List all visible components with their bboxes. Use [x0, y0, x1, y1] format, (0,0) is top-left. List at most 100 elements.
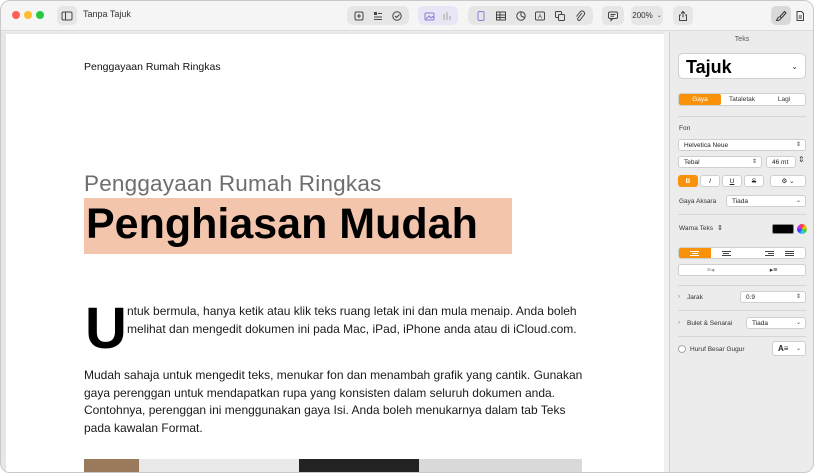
align-right-button[interactable] [742, 248, 774, 258]
tab-lagi[interactable]: Lagi [763, 94, 805, 105]
dropcap-style-icon: A≡ [778, 344, 789, 353]
divider [678, 336, 806, 337]
pie-chart-icon[interactable] [514, 9, 528, 23]
divider [678, 285, 806, 286]
color-wheel-icon[interactable] [797, 224, 807, 234]
dropcap-checkbox[interactable] [678, 345, 686, 353]
spacing-value: 0.9 [746, 293, 756, 301]
outdent-icon: ≡◂ [706, 267, 715, 274]
running-header[interactable]: Penggayaan Rumah Ringkas [84, 61, 221, 73]
app-window: Tanpa Tajuk A 200% ⌄ Penggayaan Rumah Ri… [0, 0, 814, 473]
text-icon[interactable]: A [533, 9, 547, 23]
comment-bubble-icon [606, 9, 620, 23]
image-icon[interactable] [423, 9, 437, 23]
media-icon[interactable] [573, 9, 587, 23]
chevron-down-icon: ⌄ [795, 198, 801, 204]
comment-button[interactable] [602, 6, 624, 25]
text-color-swatch[interactable] [772, 224, 794, 234]
zoom-window-button[interactable] [36, 11, 44, 19]
zoom-value: 200% [632, 11, 653, 20]
divider [678, 116, 806, 117]
table-icon[interactable] [494, 9, 508, 23]
spacing-label[interactable]: Jarak [687, 294, 703, 301]
drop-cap-letter[interactable]: U [85, 300, 127, 358]
document-title: Tanpa Tajuk [83, 9, 131, 19]
body-paragraph-1[interactable]: ntuk bermula, hanya ketik atau klik teks… [127, 303, 587, 338]
font-family-value: Helvetica Neue [684, 141, 729, 149]
text-box-icon[interactable] [474, 9, 488, 23]
bullets-label[interactable]: Bulet & Senarai [687, 320, 732, 327]
char-style-popup[interactable]: Tiada ⌄ [726, 195, 806, 207]
shape-icon[interactable] [553, 9, 567, 23]
divider [678, 214, 806, 215]
decrease-indent-button[interactable]: ≡◂ [679, 265, 742, 275]
tab-gaya[interactable]: Gaya [679, 94, 721, 105]
increase-indent-button[interactable]: ▸≡ [742, 265, 805, 275]
italic-button[interactable]: I [700, 175, 720, 187]
updown-chevron-icon: ⇕ [751, 159, 757, 165]
strikethrough-button[interactable]: S [744, 175, 764, 187]
chevron-down-icon: ⌄ [791, 62, 798, 71]
justify-button[interactable] [774, 248, 806, 258]
dropcap-label: Huruf Besar Gugur [690, 346, 745, 353]
updown-chevron-icon: ⇕ [795, 294, 801, 300]
align-center-button[interactable] [711, 248, 743, 258]
divider [678, 310, 806, 311]
insert-group [347, 6, 409, 25]
document-canvas[interactable]: Penggayaan Rumah Ringkas Penggayaan Ruma… [1, 32, 669, 472]
dropcap-style-popup[interactable]: A≡ ⌄ [772, 341, 806, 356]
font-weight-value: Tebal [684, 158, 700, 166]
document-image[interactable] [84, 459, 582, 472]
bullets-popup[interactable]: Tiada ⌄ [746, 317, 806, 329]
text-color-label: Warna Teks [679, 225, 713, 232]
zoom-popup[interactable]: 200% ⌄ [631, 6, 663, 25]
format-inspector: Teks Tajuk ⌄ Gaya Tataletak Lagi Fon Hel… [669, 32, 813, 472]
inspector-header: Teks [734, 36, 750, 43]
updown-chevron-icon: ⇕ [717, 225, 723, 232]
align-left-button[interactable] [679, 248, 711, 258]
chart-icon[interactable] [440, 9, 454, 23]
disclosure-chevron-icon[interactable]: › [678, 320, 680, 326]
paragraph-style-popup[interactable]: Tajuk ⌄ [678, 53, 806, 79]
media-group [418, 6, 458, 25]
gear-icon: ⚙ ⌄ [781, 178, 795, 185]
document-icon [793, 9, 807, 23]
tab-tataletak[interactable]: Tataletak [721, 94, 763, 105]
spacing-popup[interactable]: 0.9 ⇕ [740, 291, 806, 303]
format-brush-icon [774, 9, 788, 23]
font-size-stepper[interactable]: ⇕ [798, 155, 805, 164]
char-style-value: Tiada [732, 197, 749, 205]
bullets-value: Tiada [752, 319, 769, 327]
sidebar-toggle-button[interactable] [57, 6, 77, 25]
format-button[interactable] [771, 6, 791, 25]
minimize-window-button[interactable] [24, 11, 32, 19]
close-window-button[interactable] [12, 11, 20, 19]
bold-button[interactable]: B [678, 175, 698, 187]
disclosure-chevron-icon[interactable]: › [678, 294, 680, 300]
text-options-button[interactable]: ⚙ ⌄ [770, 175, 806, 187]
sidebar-icon [60, 9, 74, 23]
toolbar: Tanpa Tajuk A 200% ⌄ [1, 1, 813, 31]
paragraph-style-value: Tajuk [686, 57, 732, 77]
chevron-down-icon: ⌄ [795, 346, 801, 352]
svg-text:A: A [538, 14, 542, 20]
comment-icon[interactable] [390, 9, 404, 23]
font-family-popup[interactable]: Helvetica Neue ⇕ [678, 139, 806, 151]
document-subtitle[interactable]: Penggayaan Rumah Ringkas [84, 171, 382, 197]
char-style-label: Gaya Aksara [679, 198, 717, 205]
font-weight-popup[interactable]: Tebal ⇕ [678, 156, 762, 168]
toc-icon[interactable] [371, 9, 385, 23]
share-button[interactable] [673, 6, 693, 25]
font-size-value: 46 mt [772, 158, 789, 166]
alignment-buttons [678, 247, 806, 259]
body-paragraph-2[interactable]: Mudah sahaja untuk mengedit teks, menuka… [84, 367, 584, 437]
chevron-down-icon: ⌄ [795, 320, 801, 326]
font-style-buttons: B I U S [678, 175, 764, 187]
document-title-heading[interactable]: Penghiasan Mudah [86, 200, 478, 249]
font-label: Fon [679, 125, 691, 132]
add-page-icon[interactable] [352, 9, 366, 23]
document-page[interactable]: Penggayaan Rumah Ringkas Penggayaan Ruma… [6, 34, 664, 472]
font-size-field[interactable]: 46 mt [766, 156, 796, 168]
document-button[interactable] [792, 6, 808, 25]
underline-button[interactable]: U [722, 175, 742, 187]
